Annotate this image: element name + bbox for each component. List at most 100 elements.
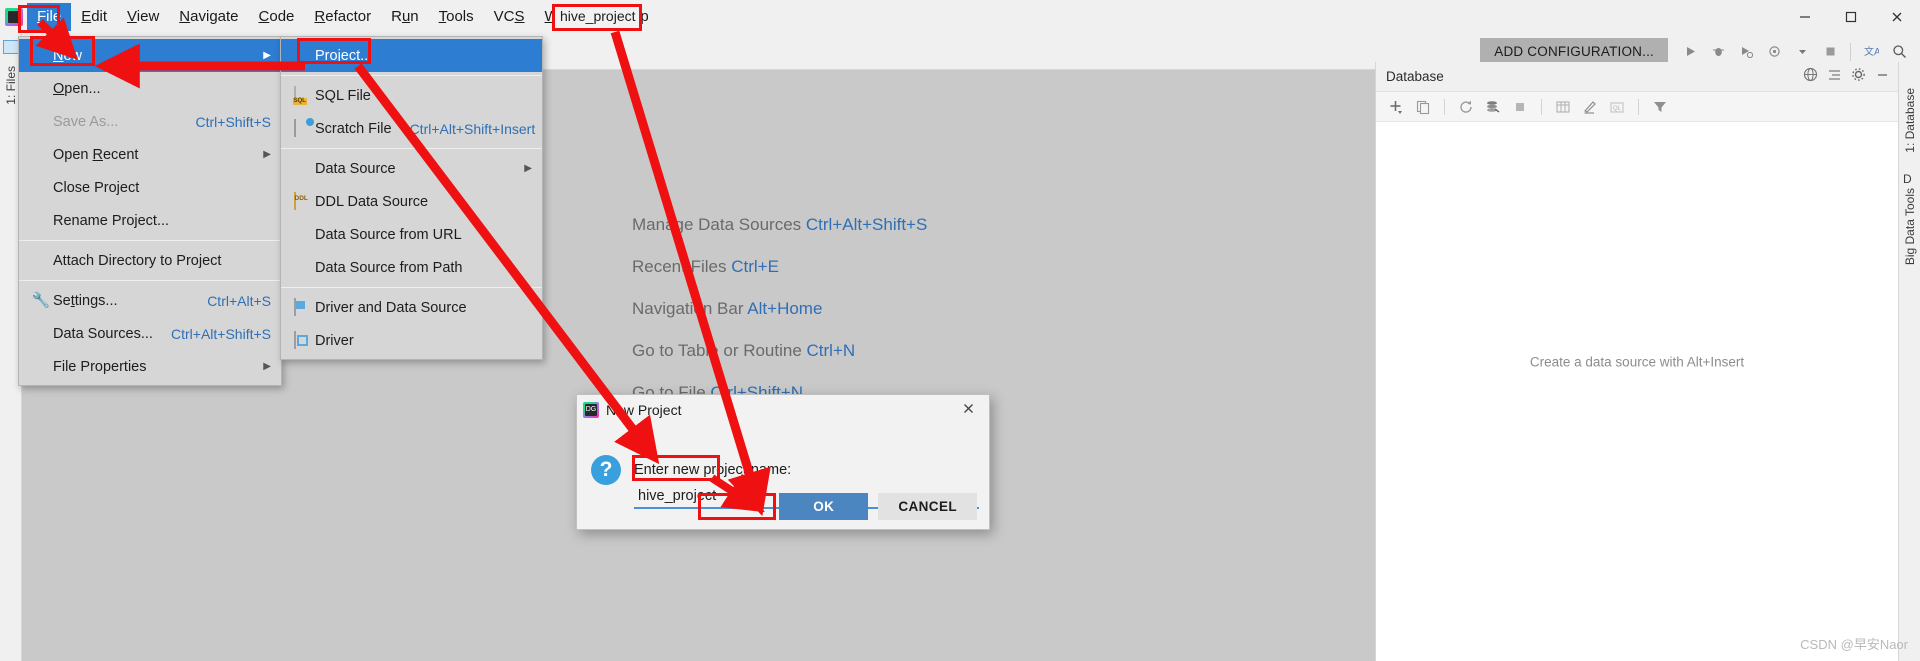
menu-item-label: Driver <box>315 332 354 349</box>
search-everywhere-icon[interactable] <box>1886 39 1912 65</box>
menu-item-shortcut: Ctrl+Alt+S <box>207 292 271 309</box>
right-strip-label-database[interactable]: 1: Database <box>1903 88 1917 153</box>
menubar-item-edit[interactable]: Edit <box>71 3 117 31</box>
folder-icon <box>32 80 49 97</box>
menubar-item-view[interactable]: View <box>117 3 169 31</box>
add-configuration-button[interactable]: ADD CONFIGURATION... <box>1480 38 1668 65</box>
driver-data-source-icon <box>289 298 315 316</box>
close-icon[interactable] <box>954 402 983 419</box>
run-icon[interactable] <box>1677 39 1703 65</box>
new-submenu-item-data-source-from-url[interactable]: Data Source from URL <box>281 218 542 251</box>
menu-separator <box>19 240 281 241</box>
menu-item-label: Settings... <box>53 292 118 309</box>
right-tool-strip: 1: Database D Big Data Tools <box>1898 62 1920 661</box>
ddl-icon <box>293 192 311 210</box>
menu-separator <box>281 75 542 76</box>
driver-icon <box>293 331 311 349</box>
menu-item-label: Driver and Data Source <box>315 299 467 316</box>
new-submenu-item-data-source[interactable]: Data Source ▶ <box>281 152 542 185</box>
file-menu-item-open-recent[interactable]: Open Recent ▶ <box>19 138 281 171</box>
close-icon[interactable] <box>1874 0 1920 34</box>
scratch-file-icon <box>289 119 315 137</box>
new-submenu-item-driver[interactable]: Driver <box>281 324 542 357</box>
menubar-item-file[interactable]: File <box>27 3 72 31</box>
settings-gear-icon[interactable] <box>1851 67 1866 87</box>
menu-item-label: Attach Directory to Project <box>53 252 222 269</box>
file-menu-item-rename-project[interactable]: Rename Project... <box>19 204 281 237</box>
file-menu-item-attach-directory-to-project[interactable]: Attach Directory to Project <box>19 244 281 277</box>
url-icon <box>289 226 315 243</box>
new-submenu-item-data-source-from-path[interactable]: Data Source from Path <box>281 251 542 284</box>
left-strip-label-files[interactable]: 1: Files <box>4 66 18 105</box>
datagrip-icon <box>583 402 599 418</box>
new-submenu-item-scratch-file[interactable]: Scratch File Ctrl+Alt+Shift+Insert <box>281 112 542 145</box>
collapse-all-icon[interactable] <box>1827 67 1842 87</box>
run-with-coverage-icon[interactable] <box>1733 39 1759 65</box>
title-bar: File Edit View Navigate Code Refactor Run Tools… <box>0 0 1920 34</box>
menu-item-label: Open... <box>53 80 101 97</box>
file-menu-item-settings[interactable]: 🔧 Settings... Ctrl+Alt+S <box>19 284 281 317</box>
sql-file-icon <box>289 86 315 104</box>
database-icon <box>27 325 53 342</box>
driver-icon <box>289 331 315 349</box>
file-menu-item-new[interactable]: New ▶ <box>19 39 281 72</box>
globe-icon[interactable] <box>1803 67 1818 87</box>
watermark: CSDN @早安Naor <box>1800 637 1908 652</box>
file-menu-item-close-project[interactable]: Close Project <box>19 171 281 204</box>
driver-icon-glyph <box>293 331 296 349</box>
debug-icon[interactable] <box>1705 39 1731 65</box>
stop-icon[interactable] <box>1817 39 1843 65</box>
menubar-item-run[interactable]: Run <box>381 3 429 31</box>
file-menu-item-data-sources[interactable]: Data Sources... Ctrl+Alt+Shift+S <box>19 317 281 350</box>
copy-icon[interactable] <box>1413 97 1433 117</box>
translate-icon[interactable]: 文A <box>1858 39 1884 65</box>
sync-icon[interactable] <box>1483 97 1503 117</box>
menu-item-label: Open Recent <box>53 146 139 163</box>
new-submenu-item-driver-and-data-source[interactable]: Driver and Data Source <box>281 291 542 324</box>
question-icon: ? <box>591 455 621 485</box>
new-submenu-item-ddl-data-source[interactable]: DDL Data Source <box>281 185 542 218</box>
file-menu-item-file-properties[interactable]: File Properties ▶ <box>19 350 281 383</box>
table-icon[interactable] <box>1553 97 1573 117</box>
ok-button[interactable]: OK <box>779 493 869 520</box>
menubar-item-tools[interactable]: Tools <box>429 3 484 31</box>
new-project-dialog: New Project ? Enter new project name: OK… <box>576 394 990 530</box>
menubar-item-refactor[interactable]: Refactor <box>304 3 381 31</box>
refresh-icon[interactable] <box>1456 97 1476 117</box>
cancel-button[interactable]: CANCEL <box>878 493 977 520</box>
right-strip-label-big-data-tools[interactable]: Big Data Tools <box>1903 188 1917 265</box>
file-menu-item-save-as[interactable]: Save As... Ctrl+Shift+S <box>19 105 281 138</box>
database-icon <box>32 325 49 342</box>
url-icon <box>294 226 311 243</box>
profile-icon[interactable] <box>1761 39 1787 65</box>
dialog-body: ? Enter new project name: <box>577 425 989 509</box>
chevron-down-icon[interactable] <box>1789 39 1815 65</box>
right-strip-label-d[interactable]: D <box>1903 172 1912 186</box>
shortcut-hint: Recent Files Ctrl+E <box>632 257 1052 277</box>
file-menu-popup: New ▶ Open... Save As... Ctrl+Shift+S Open Re… <box>18 36 282 386</box>
menu-item-shortcut: Ctrl+Alt+Shift+Insert <box>409 120 536 137</box>
menubar-item-vcs[interactable]: VCS <box>484 3 535 31</box>
file-menu-item-open[interactable]: Open... <box>19 72 281 105</box>
query-console-icon[interactable]: QL <box>1607 97 1627 117</box>
files-icon[interactable] <box>3 40 19 54</box>
new-submenu-item-sql-file[interactable]: SQL File <box>281 79 542 112</box>
sql-file-icon-glyph <box>293 86 296 104</box>
toolbar-divider <box>1638 98 1639 115</box>
edit-icon[interactable] <box>1580 97 1600 117</box>
menubar-item-navigate[interactable]: Navigate <box>169 3 248 31</box>
minimize-panel-icon[interactable] <box>1875 67 1890 87</box>
maximize-icon[interactable] <box>1828 0 1874 34</box>
driver-data-source-icon-glyph <box>293 298 296 316</box>
new-submenu-item-project[interactable]: Project... <box>281 39 542 72</box>
add-icon[interactable] <box>1386 97 1406 117</box>
menu-separator <box>281 148 542 149</box>
filter-icon[interactable] <box>1650 97 1670 117</box>
database-icon <box>294 160 311 177</box>
stop-icon[interactable] <box>1510 97 1530 117</box>
menubar-item-code[interactable]: Code <box>249 3 305 31</box>
minimize-icon[interactable] <box>1782 0 1828 34</box>
wrench-icon: 🔧 <box>27 292 53 309</box>
dialog-title: New Project <box>606 402 682 418</box>
hint-shortcut: Ctrl+N <box>806 341 856 360</box>
